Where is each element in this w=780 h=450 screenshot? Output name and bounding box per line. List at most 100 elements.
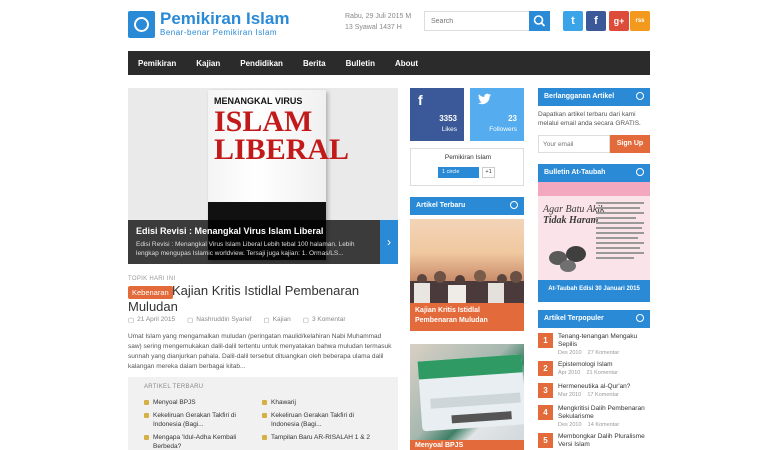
nav-item-pemikiran[interactable]: Pemikiran bbox=[138, 59, 176, 68]
date-display: Rabu, 29 Juli 2015 M 13 Syawal 1437 H bbox=[345, 11, 417, 33]
nav-item-kajian[interactable]: Kajian bbox=[196, 59, 220, 68]
subscribe-header: Berlangganan Artikel bbox=[538, 88, 650, 106]
date-masehi: Rabu, 29 Juli 2015 M bbox=[345, 13, 412, 20]
popular-rank: 3 bbox=[538, 383, 553, 398]
bulletin-cover-image[interactable]: Agar Batu Akik Tidak Haram At-Taubah Edis… bbox=[538, 182, 650, 302]
category-badge[interactable]: Kebenaran bbox=[128, 286, 173, 299]
related-item[interactable]: Menyoal BPJS bbox=[144, 398, 256, 407]
subscribe-heading: Berlangganan Artikel bbox=[544, 93, 615, 100]
chevron-right-icon: › bbox=[387, 235, 391, 249]
nav-item-berita[interactable]: Berita bbox=[303, 59, 326, 68]
post-comments[interactable]: 3 Komentar bbox=[312, 316, 346, 324]
gplus-icon[interactable]: g+ bbox=[609, 11, 629, 31]
related-item[interactable]: Kekeliruan Gerakan Takfiri di Indonesia … bbox=[144, 411, 256, 429]
twitter-bird-icon bbox=[478, 92, 492, 108]
folder-icon: ▢ bbox=[263, 317, 270, 324]
popular-meta: Des 2010 14 Komentar bbox=[558, 422, 619, 428]
popular-title[interactable]: Tenang-tenangan Mengaku Sepilis bbox=[558, 333, 650, 349]
slider-next-button[interactable]: › bbox=[380, 220, 398, 264]
related-articles: ARTIKEL TERBARU Menyoal BPJS Kekeliruan … bbox=[128, 377, 398, 450]
popular-title[interactable]: Mengkritisi Dalih Pembenaran Sekularisme bbox=[558, 405, 650, 421]
facebook-icon[interactable]: f bbox=[586, 11, 606, 31]
popular-title[interactable]: Membongkar Dalih Pluralisme Versi Islam bbox=[558, 433, 650, 449]
slider-caption[interactable]: Edisi Revisi : Menangkal Virus Islam Lib… bbox=[128, 220, 380, 264]
article-caption-2[interactable]: Menyoal BPJS bbox=[410, 440, 524, 450]
arrow-circle-icon[interactable] bbox=[510, 201, 518, 209]
search-input[interactable] bbox=[424, 11, 529, 31]
gplus-page-name[interactable]: Pemikiran Islam bbox=[411, 154, 525, 161]
slider-caption-title[interactable]: Edisi Revisi : Menangkal Virus Islam Lib… bbox=[136, 226, 372, 236]
popular-date: Mar 2010 bbox=[558, 392, 582, 398]
popular-rank: 4 bbox=[538, 405, 553, 420]
related-item[interactable]: Mengapa 'Idul-Adha Kembali Berbeda? bbox=[144, 433, 256, 450]
nav-item-about[interactable]: About bbox=[395, 59, 418, 68]
facebook-counter[interactable]: f 3353 Likes bbox=[410, 88, 464, 141]
related-item[interactable]: Kekeliruan Gerakan Takfiri di Indonesia … bbox=[262, 411, 374, 429]
search-button[interactable] bbox=[529, 11, 550, 31]
slider-caption-desc: Edisi Revisi : Menangkal Virus Islam Lib… bbox=[136, 241, 355, 257]
post-author[interactable]: Nashruddin Syarief bbox=[196, 316, 251, 324]
logo-icon[interactable] bbox=[128, 11, 155, 38]
artikel-terbaru-heading: Artikel Terbaru bbox=[416, 202, 466, 209]
subscribe-text: Dapatkan artikel terbaru dari kami melal… bbox=[538, 111, 641, 127]
site-tagline: Benar-benar Pemikiran Islam bbox=[160, 28, 278, 37]
popular-header: Artikel Terpopuler bbox=[538, 310, 650, 328]
popular-rank: 1 bbox=[538, 333, 553, 348]
email-field[interactable] bbox=[538, 135, 610, 153]
gplus-follow-button[interactable]: 1 circle bbox=[438, 167, 479, 178]
nav-item-pendidikan[interactable]: Pendidikan bbox=[240, 59, 283, 68]
related-list-left: Menyoal BPJS Kekeliruan Gerakan Takfiri … bbox=[144, 398, 256, 450]
calendar-icon: ▢ bbox=[128, 317, 135, 324]
popular-title[interactable]: Epistemologi Islam bbox=[558, 361, 650, 369]
arrow-circle-icon[interactable] bbox=[636, 168, 644, 176]
site-title[interactable]: Pemikiran Islam bbox=[160, 9, 289, 29]
gplus-plusone-button[interactable]: +1 bbox=[482, 167, 495, 178]
related-item[interactable]: Khawarij bbox=[262, 398, 374, 407]
post-meta: ▢ 21 April 2015 ▢ Nashruddin Syarief ▢ Kaji… bbox=[128, 316, 346, 324]
popular-item[interactable]: 4 Mengkritisi Dalih Pembenaran Sekularis… bbox=[538, 405, 650, 431]
facebook-glyph: f bbox=[594, 15, 598, 27]
gplus-widget: Pemikiran Islam 1 circle +1 bbox=[410, 148, 524, 186]
twitter-count-label: Followers bbox=[489, 126, 517, 133]
popular-date: Des 2010 bbox=[558, 350, 582, 356]
nav-item-bulletin[interactable]: Bulletin bbox=[346, 59, 375, 68]
popular-meta: Apr 2010 21 Komentar bbox=[558, 370, 618, 376]
facebook-count-label: Likes bbox=[441, 126, 457, 133]
comment-icon: ▢ bbox=[302, 317, 309, 324]
user-icon: ▢ bbox=[187, 317, 194, 324]
facebook-icon: f bbox=[418, 92, 423, 108]
signup-button[interactable]: Sign Up bbox=[610, 135, 650, 153]
book-cover-title-line2: LIBERAL bbox=[214, 133, 350, 166]
popular-comments: 27 Komentar bbox=[587, 350, 620, 356]
popular-comments: 14 Komentar bbox=[587, 422, 620, 428]
popular-heading: Artikel Terpopuler bbox=[544, 315, 604, 322]
bulletin-cover-band bbox=[538, 182, 650, 196]
twitter-glyph: t bbox=[571, 15, 575, 27]
twitter-icon[interactable]: t bbox=[563, 11, 583, 31]
search-icon bbox=[533, 15, 546, 27]
arrow-circle-icon[interactable] bbox=[636, 314, 644, 322]
arrow-circle-icon[interactable] bbox=[636, 92, 644, 100]
popular-comments: 21 Komentar bbox=[586, 370, 618, 376]
twitter-counter[interactable]: 23 Followers bbox=[470, 88, 524, 141]
popular-date: Apr 2010 bbox=[558, 370, 581, 376]
popular-title[interactable]: Hermeneutika al-Qur'an? bbox=[558, 383, 650, 391]
popular-item[interactable]: 5 Membongkar Dalih Pluralisme Versi Isla… bbox=[538, 433, 650, 450]
popular-item[interactable]: 1 Tenang-tenangan Mengaku Sepilis Des 20… bbox=[538, 333, 650, 359]
post-date: 21 April 2015 bbox=[137, 316, 176, 323]
bulletin-caption[interactable]: At-Taubah Edisi 30 Januari 2015 bbox=[538, 280, 650, 302]
facebook-count: 3353 bbox=[439, 114, 457, 123]
related-heading: ARTIKEL TERBARU bbox=[144, 384, 204, 390]
related-list-right: Khawarij Kekeliruan Gerakan Takfiri di I… bbox=[262, 398, 374, 446]
popular-comments: 17 Komentar bbox=[587, 392, 619, 398]
post-category[interactable]: Kajian bbox=[273, 316, 291, 324]
rss-glyph: rss bbox=[635, 18, 645, 24]
main-nav: Pemikiran Kajian Pendidikan Berita Bulle… bbox=[128, 51, 650, 75]
rss-icon[interactable]: rss bbox=[630, 11, 650, 31]
bpjs-card-photo bbox=[417, 354, 524, 432]
article-caption-1[interactable]: Kajian Kritis Istidlal Pembenaran Muluda… bbox=[410, 303, 524, 331]
book-cover-title: ISLAM LIBERAL bbox=[214, 107, 350, 166]
gplus-glyph: g+ bbox=[613, 16, 625, 26]
related-item[interactable]: Tampilan Baru AR-RISALAH 1 & 2 bbox=[262, 433, 374, 442]
article-thumbnail-bpjs[interactable] bbox=[410, 344, 524, 450]
